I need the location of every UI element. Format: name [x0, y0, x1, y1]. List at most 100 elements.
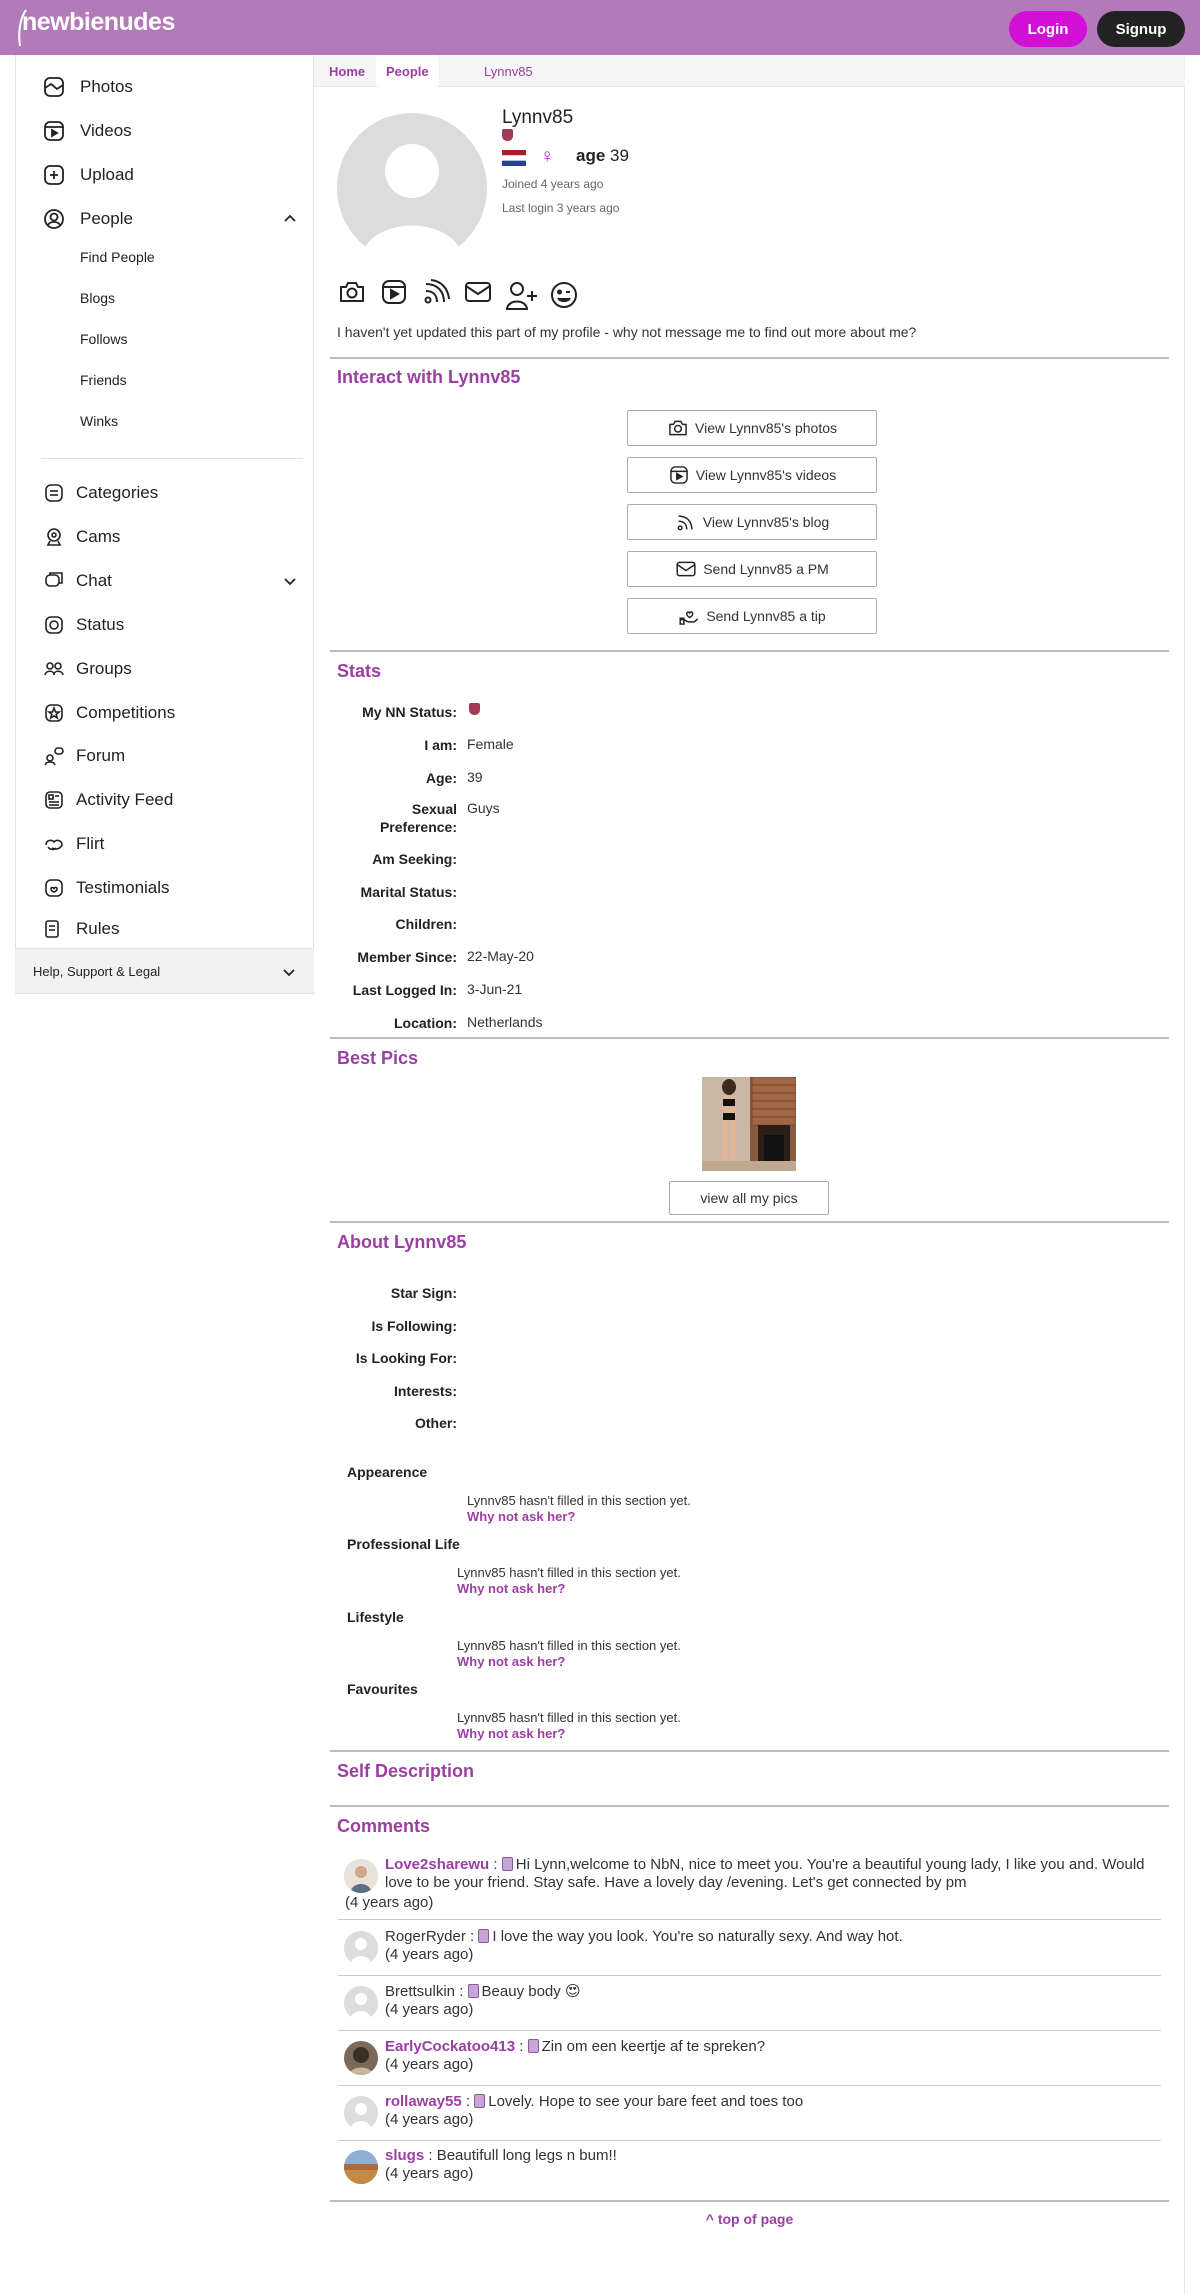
sidebar-item-competitions[interactable]: Competitions: [16, 693, 313, 733]
comment-body: Beautifull long legs n bum!!: [436, 2147, 617, 2164]
sidebar-item-testimonials[interactable]: Testimonials: [16, 868, 313, 908]
status-badge-icon: [502, 129, 513, 141]
comment-separator-line: [338, 2140, 1161, 2141]
commenter-avatar[interactable]: [344, 1931, 378, 1965]
testimonials-icon: [45, 879, 63, 897]
best-pic-thumbnail[interactable]: [702, 1077, 796, 1171]
comment-time: (4 years ago): [385, 1946, 474, 1963]
sidebar-item-categories[interactable]: Categories: [16, 473, 313, 513]
lifestyle-ask-link[interactable]: Why not ask her?: [457, 1654, 565, 1669]
sidebar-item-rules[interactable]: Rules: [16, 909, 313, 943]
member-badge-icon: [501, 1857, 513, 1871]
section-divider: [330, 1037, 1169, 1039]
sidebar-item-chat[interactable]: Chat: [16, 561, 313, 601]
comment-time: (4 years ago): [345, 1894, 434, 1911]
section-divider: [330, 1221, 1169, 1223]
comment-separator: :: [489, 1856, 502, 1873]
view-all-pics-button[interactable]: view all my pics: [669, 1181, 829, 1215]
professional-ask-link[interactable]: Why not ask her?: [457, 1581, 565, 1596]
commenter-avatar[interactable]: [344, 2150, 378, 2184]
lifestyle-text: Lynnv85 hasn't filled in this section ye…: [457, 1638, 681, 1653]
favourites-ask-link[interactable]: Why not ask her?: [457, 1726, 565, 1741]
chevron-down-icon[interactable]: [282, 573, 298, 589]
camera-icon: [669, 420, 687, 436]
mail-icon[interactable]: [463, 277, 493, 307]
professional-text: Lynnv85 hasn't filled in this section ye…: [457, 1565, 681, 1580]
appearance-ask-link[interactable]: Why not ask her?: [467, 1509, 575, 1524]
profile-about-text: I haven't yet updated this part of my pr…: [337, 324, 917, 340]
help-support-legal[interactable]: Help, Support & Legal: [15, 948, 314, 994]
signup-button[interactable]: Signup: [1097, 11, 1185, 47]
comment-body: Zin om een keertje af te spreken?: [541, 2038, 766, 2055]
commenter-name[interactable]: EarlyCockatoo413: [385, 2038, 515, 2055]
about-key: Other:: [415, 1415, 457, 1431]
sidebar-item-label: Status: [76, 615, 125, 634]
commenter-name[interactable]: Love2sharewu: [385, 1856, 489, 1873]
sidebar-item-label: Groups: [76, 659, 132, 678]
sidebar-item-forum[interactable]: Forum: [16, 736, 313, 776]
comment-separator: :: [515, 2038, 528, 2055]
sidebar-item-cams[interactable]: Cams: [16, 517, 313, 557]
sidebar-item-activity-feed[interactable]: Activity Feed: [16, 780, 313, 820]
stat-key: Member Since:: [357, 949, 457, 965]
sidebar-sub-friends[interactable]: Friends: [80, 372, 127, 388]
sidebar-item-label: Competitions: [76, 703, 176, 722]
lifestyle-head: Lifestyle: [347, 1609, 404, 1625]
sidebar-sub-follows[interactable]: Follows: [80, 331, 127, 347]
view-photos-button[interactable]: View Lynnv85's photos: [627, 410, 877, 446]
view-videos-button[interactable]: View Lynnv85's videos: [627, 457, 877, 493]
wink-icon[interactable]: [549, 280, 579, 310]
sidebar-item-videos[interactable]: Videos: [16, 111, 313, 151]
sidebar-item-photos[interactable]: Photos: [16, 67, 313, 107]
logo[interactable]: newbienudes: [22, 8, 175, 37]
commenter-avatar[interactable]: [344, 2041, 378, 2075]
commenter-name[interactable]: RogerRyder: [385, 1928, 466, 1945]
login-button[interactable]: Login: [1009, 11, 1087, 47]
commenter-avatar[interactable]: [344, 1859, 378, 1893]
comment-item: rollaway55 : Lovely. Hope to see your ba…: [330, 2093, 1169, 2143]
video-icon[interactable]: [379, 277, 409, 307]
sidebar-item-label: Cams: [76, 527, 121, 546]
stat-key: Age:: [425, 770, 457, 786]
about-key: Is Following:: [371, 1318, 457, 1334]
sidebar-item-flirt[interactable]: Flirt: [16, 824, 313, 864]
comment-separator: :: [455, 1983, 468, 2000]
comment-text: slugs : Beautifull long legs n bum!! (4 y…: [385, 2147, 1155, 2183]
blog-icon[interactable]: [421, 277, 451, 307]
member-badge-icon: [474, 2094, 486, 2108]
sidebar-item-label: Upload: [80, 165, 134, 184]
view-blog-button[interactable]: View Lynnv85's blog: [627, 504, 877, 540]
add-friend-icon[interactable]: [505, 279, 539, 311]
send-pm-button[interactable]: Send Lynnv85 a PM: [627, 551, 877, 587]
breadcrumb-people[interactable]: People: [376, 55, 439, 87]
sidebar-item-label: Testimonials: [76, 878, 170, 897]
sidebar-item-people[interactable]: People: [16, 199, 313, 239]
age-label: age: [576, 146, 606, 165]
sidebar-item-status[interactable]: Status: [16, 605, 313, 645]
member-badge-icon: [467, 1984, 479, 1998]
commenter-avatar[interactable]: [344, 1986, 378, 2020]
comment-item: Love2sharewu : Hi Lynn,welcome to NbN, n…: [330, 1856, 1169, 1916]
comment-separator-line: [338, 2085, 1161, 2086]
commenter-name[interactable]: slugs: [385, 2147, 424, 2164]
chevron-up-icon[interactable]: [282, 211, 298, 227]
commenter-name[interactable]: rollaway55: [385, 2093, 462, 2110]
sidebar-sub-blogs[interactable]: Blogs: [80, 290, 115, 306]
commenter-avatar[interactable]: [344, 2096, 378, 2130]
comment-body: Beauy body 😍: [481, 1983, 581, 2000]
chevron-down-icon[interactable]: [281, 964, 297, 980]
breadcrumb-home[interactable]: Home: [329, 55, 365, 87]
camera-icon[interactable]: [337, 277, 367, 307]
sidebar-sub-winks[interactable]: Winks: [80, 413, 118, 429]
sidebar-item-groups[interactable]: Groups: [16, 649, 313, 689]
top-of-page-link[interactable]: ^ top of page: [314, 2211, 1185, 2227]
comment-text: Love2sharewu : Hi Lynn,welcome to NbN, n…: [385, 1856, 1155, 1892]
cams-icon: [46, 528, 62, 546]
commenter-name[interactable]: Brettsulkin: [385, 1983, 455, 2000]
sidebar-sub-find-people[interactable]: Find People: [80, 249, 155, 265]
sidebar-item-upload[interactable]: Upload: [16, 155, 313, 195]
sidebar-item-label: Chat: [76, 571, 112, 590]
send-tip-button[interactable]: Send Lynnv85 a tip: [627, 598, 877, 634]
forum-icon: [44, 747, 64, 766]
comment-item: Brettsulkin : Beauy body 😍 (4 years ago): [330, 1983, 1169, 2033]
